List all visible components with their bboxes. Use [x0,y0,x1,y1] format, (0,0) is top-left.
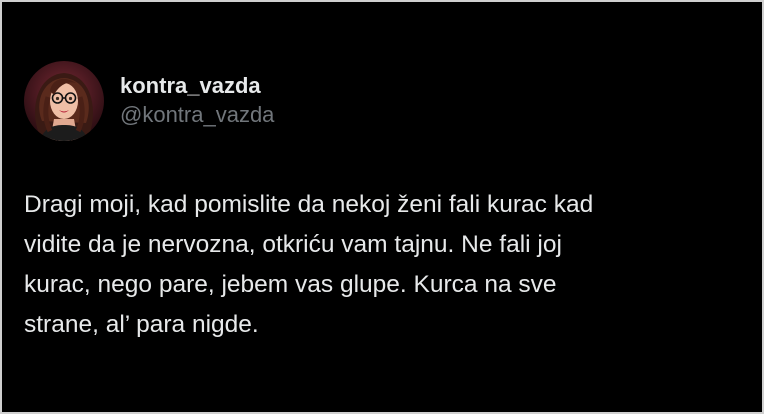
screenshot-frame: kontra_vazda @kontra_vazda Dragi moji, k… [0,0,764,414]
tweet-text: Dragi moji, kad pomislite da nekoj ženi … [24,191,594,338]
tweet-card: kontra_vazda @kontra_vazda Dragi moji, k… [6,6,758,408]
author-names: kontra_vazda @kontra_vazda [120,72,274,130]
user-handle[interactable]: @kontra_vazda [120,100,274,130]
avatar-woman-glasses-icon [24,61,104,141]
tweet-header: kontra_vazda @kontra_vazda [24,61,274,141]
avatar[interactable] [24,61,104,141]
display-name[interactable]: kontra_vazda [120,72,274,100]
